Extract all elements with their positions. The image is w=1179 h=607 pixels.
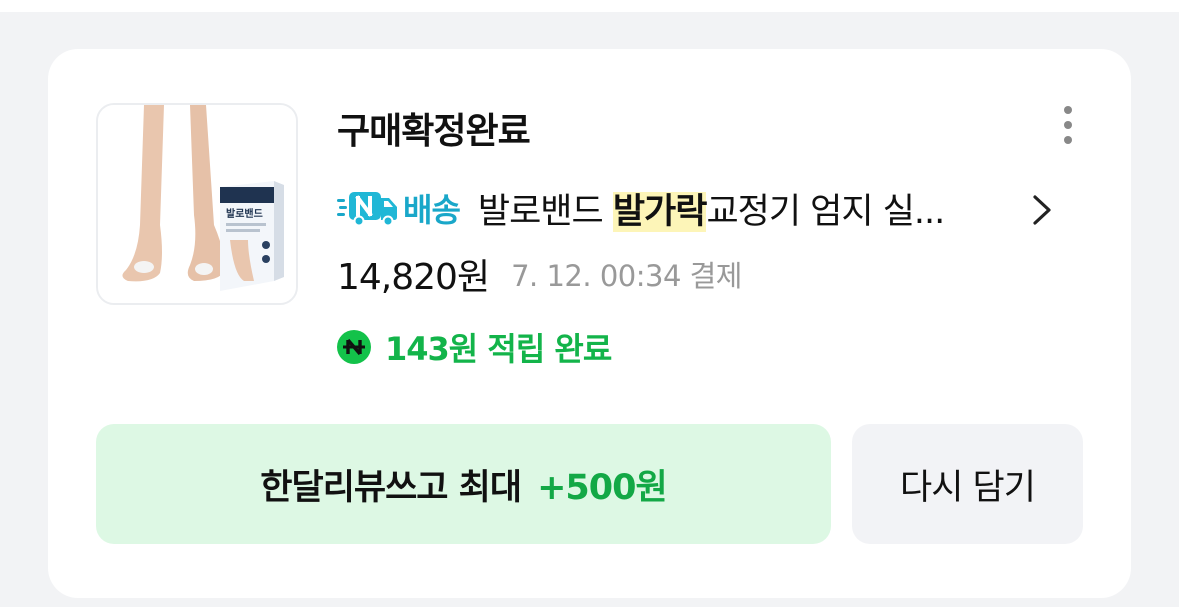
more-dot — [1064, 121, 1072, 129]
add-to-cart-again-button[interactable]: 다시 담기 — [852, 424, 1083, 544]
point-row: 143원 적립 완료 — [337, 323, 612, 371]
write-review-button[interactable]: 한달리뷰쓰고 최대 +500원 — [96, 424, 831, 544]
naver-delivery-truck-icon — [337, 192, 397, 226]
top-strip — [0, 0, 1179, 12]
order-card: 발로밴드 구매확정완료 배송 발로밴드 발가락교정기 엄지 실... 14,82… — [48, 49, 1131, 598]
product-name-suffix: 교정기 엄지 실... — [706, 191, 945, 232]
naver-pay-icon — [337, 330, 371, 364]
payment-date: 7. 12. 00:34 결제 — [511, 259, 742, 293]
product-image: 발로밴드 — [98, 105, 296, 303]
point-reward-text: 143원 적립 완료 — [385, 330, 612, 368]
box-label: 발로밴드 — [226, 207, 263, 220]
order-status: 구매확정완료 — [337, 111, 531, 152]
delivery-badge: 배송 — [403, 191, 461, 229]
product-name: 발로밴드 발가락교정기 엄지 실... — [477, 183, 945, 234]
price-value: 14,820원 — [337, 257, 490, 298]
more-dot — [1064, 106, 1072, 114]
review-button-label: 한달리뷰쓰고 최대 — [260, 467, 522, 508]
product-thumbnail[interactable]: 발로밴드 — [96, 103, 298, 305]
price-row: 14,820원 7. 12. 00:34 결제 — [337, 249, 742, 299]
product-name-prefix: 발로밴드 — [477, 191, 613, 232]
chevron-right-icon[interactable] — [1030, 193, 1054, 227]
product-name-highlight: 발가락 — [612, 191, 707, 232]
product-row[interactable]: 배송 발로밴드 발가락교정기 엄지 실... — [337, 183, 945, 234]
more-vertical-icon[interactable] — [1054, 101, 1082, 149]
review-bonus-amount: +500원 — [537, 467, 668, 508]
more-dot — [1064, 136, 1072, 144]
